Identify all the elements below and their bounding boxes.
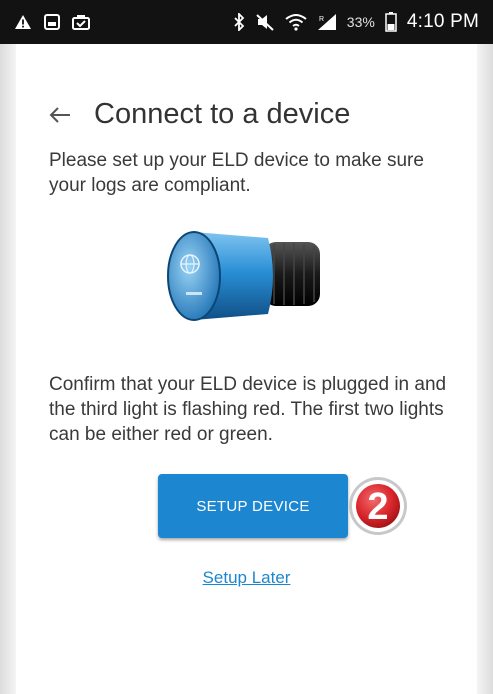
briefcase-icon [72, 14, 90, 30]
battery-percent: 33% [346, 14, 375, 30]
bluetooth-icon [233, 13, 245, 31]
signal-icon: R [317, 13, 337, 31]
step-badge-number: 2 [367, 486, 388, 528]
back-button[interactable] [46, 101, 74, 129]
step-badge: 2 [340, 474, 410, 538]
svg-text:R: R [319, 16, 324, 23]
mute-icon [255, 13, 275, 31]
gallery-icon [44, 14, 60, 30]
status-bar: R 33% 4:10 PM [0, 0, 493, 44]
status-time: 4:10 PM [406, 11, 479, 32]
phone-frame: R 33% 4:10 PM Connect to a device Please… [0, 0, 493, 694]
status-right-icons: R 33% 4:10 PM [233, 11, 479, 33]
wifi-icon [285, 13, 307, 31]
status-left-icons [14, 14, 90, 30]
setup-device-button[interactable]: SETUP DEVICE [158, 474, 348, 538]
intro-text: Please set up your ELD device to make su… [49, 150, 424, 196]
confirm-text: Confirm that your ELD device is plugged … [49, 374, 447, 445]
eld-device-image [156, 220, 336, 332]
page-title: Connect to a device [94, 98, 351, 130]
header: Connect to a device [46, 98, 350, 131]
battery-icon [385, 12, 397, 32]
warning-icon [14, 14, 32, 30]
setup-later-container: Setup Later [16, 568, 477, 588]
setup-later-link[interactable]: Setup Later [203, 568, 291, 587]
arrow-left-icon [49, 106, 70, 123]
connect-device-screen: Connect to a device Please set up your E… [16, 44, 477, 694]
